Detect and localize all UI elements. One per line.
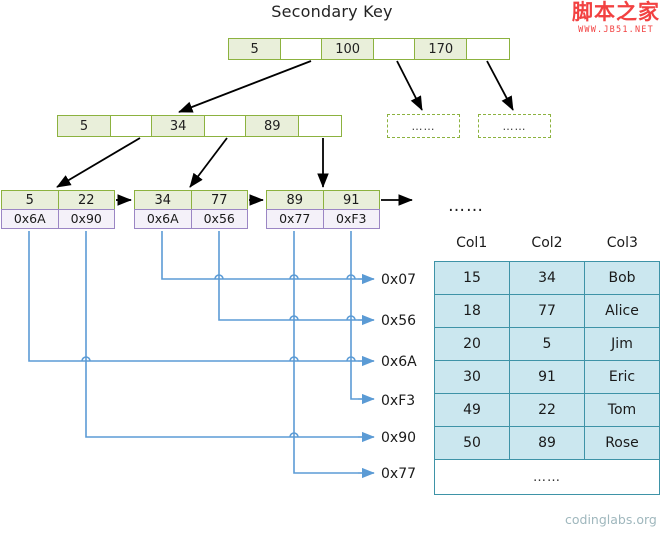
data-table-header-col2: Col2 bbox=[531, 235, 563, 251]
table-row: 18 77 Alice bbox=[434, 294, 660, 328]
internal-cell-ptr-3 bbox=[205, 116, 247, 136]
table-cell-r2-c1: 5 bbox=[509, 327, 585, 361]
leaf-node-1-pointer-0: 0x6A bbox=[2, 209, 59, 228]
root-cell-ptr-3 bbox=[374, 39, 416, 59]
crossing-hops bbox=[81, 274, 356, 438]
leaf-node-1-key-0: 5 bbox=[2, 191, 59, 209]
table-cell-r5-c2: Rose bbox=[584, 426, 660, 460]
internal-cell-ptr-1 bbox=[111, 116, 153, 136]
leaf-node-3: 89 91 0x77 0xF3 bbox=[266, 190, 380, 229]
leaf-node-2-key-0: 34 bbox=[135, 191, 192, 209]
table-cell-r1-c2: Alice bbox=[584, 294, 660, 328]
table-row: 30 91 Eric bbox=[434, 360, 660, 394]
edge-internal-to-leaf-2 bbox=[189, 137, 228, 188]
root-cell-key-0: 5 bbox=[229, 39, 282, 59]
address-label-0x56: 0x56 bbox=[381, 313, 417, 329]
placeholder-node-1: …… bbox=[387, 114, 460, 138]
root-node: 5 100 170 bbox=[228, 38, 510, 60]
address-label-0x90: 0x90 bbox=[381, 430, 417, 446]
data-table-header-col1: Col1 bbox=[456, 235, 488, 251]
root-cell-key-2: 100 bbox=[322, 39, 375, 59]
table-cell-r3-c1: 91 bbox=[509, 360, 585, 394]
data-table-header-row: Col1 Col2 Col3 bbox=[434, 235, 660, 261]
table-cell-r1-c1: 77 bbox=[509, 294, 585, 328]
table-row: 49 22 Tom bbox=[434, 393, 660, 427]
internal-cell-key-0: 5 bbox=[58, 116, 112, 136]
pointer-edge-leaf2-0x56 bbox=[218, 231, 358, 321]
table-cell-r1-c0: 18 bbox=[434, 294, 510, 328]
address-arrow-stubs bbox=[358, 273, 375, 479]
pointer-edge-leaf3-0xF3 bbox=[350, 231, 358, 400]
address-label-0x6A: 0x6A bbox=[381, 354, 417, 370]
table-cell-r4-c2: Tom bbox=[584, 393, 660, 427]
table-footer-ellipsis: …… bbox=[434, 459, 660, 495]
leaf-node-2-key-1: 77 bbox=[191, 191, 247, 209]
pointer-edge-leaf2-0x6A bbox=[161, 231, 358, 280]
leaf-node-1: 5 22 0x6A 0x90 bbox=[1, 190, 115, 229]
jb51-watermark-cn: 脚本之家 bbox=[572, 0, 660, 24]
table-row: 15 34 Bob bbox=[434, 261, 660, 295]
internal-cell-key-2: 34 bbox=[152, 116, 206, 136]
table-cell-r2-c0: 20 bbox=[434, 327, 510, 361]
internal-node: 5 34 89 bbox=[57, 115, 342, 137]
leaf-node-2-pointer-0: 0x6A bbox=[135, 209, 192, 228]
table-row: 50 89 Rose bbox=[434, 426, 660, 460]
edge-root-to-internal bbox=[178, 60, 312, 113]
pointer-edge-leaf1-0x6A bbox=[28, 231, 358, 362]
table-cell-r4-c1: 22 bbox=[509, 393, 585, 427]
address-label-0xF3: 0xF3 bbox=[381, 393, 416, 409]
table-cell-r5-c1: 89 bbox=[509, 426, 585, 460]
internal-cell-key-4: 89 bbox=[246, 116, 300, 136]
address-label-0x77: 0x77 bbox=[381, 466, 417, 482]
pointer-edge-leaf3-0x77 bbox=[293, 231, 358, 474]
address-label-0x07: 0x07 bbox=[381, 272, 417, 288]
table-cell-r0-c2: Bob bbox=[584, 261, 660, 295]
leaf-node-2-pointer-1: 0x56 bbox=[191, 209, 247, 228]
leaf-node-3-key-1: 91 bbox=[323, 191, 379, 209]
diagram-canvas: Secondary Key 脚本之家 WWW.JB51.NET 5 100 17… bbox=[0, 0, 664, 534]
root-cell-ptr-5 bbox=[467, 39, 510, 59]
leaf-node-1-key-row: 5 22 bbox=[1, 190, 115, 210]
leaf-node-3-key-0: 89 bbox=[267, 191, 324, 209]
table-cell-r3-c2: Eric bbox=[584, 360, 660, 394]
data-table-container: Col1 Col2 Col3 15 34 Bob 18 77 Alice 20 … bbox=[434, 235, 660, 495]
table-row: …… bbox=[434, 459, 660, 495]
root-cell-key-4: 170 bbox=[415, 39, 468, 59]
leaf-node-1-pointer-1: 0x90 bbox=[58, 209, 114, 228]
placeholder-node-1-label: …… bbox=[411, 119, 436, 133]
pointer-edge-leaf1-0x90 bbox=[85, 231, 358, 438]
table-row: 20 5 Jim bbox=[434, 327, 660, 361]
data-table-header-col3: Col3 bbox=[606, 235, 638, 251]
leaf-node-2-pointer-row: 0x6A 0x56 bbox=[134, 208, 248, 229]
edge-root-to-placeholder-1 bbox=[396, 60, 423, 111]
leaf-node-3-pointer-1: 0xF3 bbox=[323, 209, 379, 228]
placeholder-node-2-label: …… bbox=[502, 119, 527, 133]
data-table: 15 34 Bob 18 77 Alice 20 5 Jim 30 91 Eri… bbox=[434, 261, 660, 495]
table-cell-r2-c2: Jim bbox=[584, 327, 660, 361]
table-cell-r0-c1: 34 bbox=[509, 261, 585, 295]
leaf-node-2: 34 77 0x6A 0x56 bbox=[134, 190, 248, 229]
leaf-node-3-pointer-row: 0x77 0xF3 bbox=[266, 208, 380, 229]
leaf-node-2-key-row: 34 77 bbox=[134, 190, 248, 210]
placeholder-node-2: …… bbox=[478, 114, 551, 138]
page-title: Secondary Key bbox=[271, 2, 393, 21]
leaf-node-1-pointer-row: 0x6A 0x90 bbox=[1, 208, 115, 229]
internal-cell-ptr-5 bbox=[299, 116, 342, 136]
table-cell-r4-c0: 49 bbox=[434, 393, 510, 427]
edge-internal-to-leaf-1 bbox=[56, 137, 141, 188]
jb51-watermark-url: WWW.JB51.NET bbox=[578, 25, 654, 35]
table-cell-r0-c0: 15 bbox=[434, 261, 510, 295]
leaf-node-3-key-row: 89 91 bbox=[266, 190, 380, 210]
jb51-watermark: 脚本之家 WWW.JB51.NET bbox=[572, 2, 660, 35]
codinglabs-watermark: codinglabs.org bbox=[565, 512, 657, 527]
edge-root-to-placeholder-2 bbox=[486, 60, 514, 111]
table-cell-r3-c0: 30 bbox=[434, 360, 510, 394]
leaf-node-3-pointer-0: 0x77 bbox=[267, 209, 324, 228]
root-cell-ptr-1 bbox=[281, 39, 323, 59]
table-cell-r5-c0: 50 bbox=[434, 426, 510, 460]
leaf-chain-ellipsis: …… bbox=[448, 196, 484, 216]
leaf-node-1-key-1: 22 bbox=[58, 191, 114, 209]
